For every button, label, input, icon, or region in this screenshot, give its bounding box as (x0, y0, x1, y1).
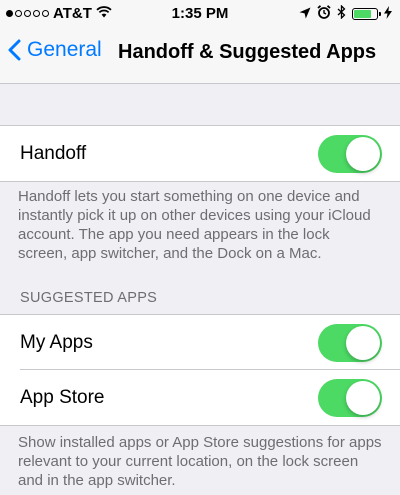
section-header-suggested-apps: SUGGESTED APPS (20, 290, 158, 306)
my-apps-toggle[interactable] (318, 323, 382, 362)
location-arrow-icon (299, 6, 311, 23)
back-button[interactable]: General (8, 38, 102, 62)
app-store-label: App Store (20, 386, 105, 408)
status-right (299, 4, 392, 23)
battery-icon (352, 8, 381, 20)
battery-fill (354, 10, 371, 18)
suggested-apps-description: Show installed apps or App Store suggest… (18, 434, 382, 489)
app-store-row: App Store (0, 370, 400, 425)
bluetooth-icon (337, 4, 346, 23)
toggle-knob (346, 136, 380, 171)
alarm-clock-icon (317, 5, 331, 23)
handoff-group: Handoff (0, 125, 400, 182)
back-button-label: General (27, 38, 102, 61)
suggested-apps-group: My Apps App Store (0, 314, 400, 426)
battery-tip (379, 12, 381, 16)
charging-bolt-icon (384, 5, 392, 23)
handoff-toggle[interactable] (318, 134, 382, 173)
handoff-description: Handoff lets you start something on one … (18, 188, 371, 262)
toggle-knob (346, 325, 380, 360)
my-apps-row: My Apps (0, 315, 400, 370)
navigation-bar: General Handoff & Suggested Apps (0, 28, 400, 84)
chevron-left-icon (8, 39, 21, 61)
handoff-row: Handoff (0, 126, 400, 181)
page-title: Handoff & Suggested Apps (118, 41, 377, 63)
app-store-toggle[interactable] (318, 378, 382, 417)
status-bar: AT&T 1:35 PM (0, 0, 400, 28)
my-apps-label: My Apps (20, 331, 93, 353)
toggle-knob (346, 380, 380, 415)
handoff-label: Handoff (20, 142, 87, 164)
